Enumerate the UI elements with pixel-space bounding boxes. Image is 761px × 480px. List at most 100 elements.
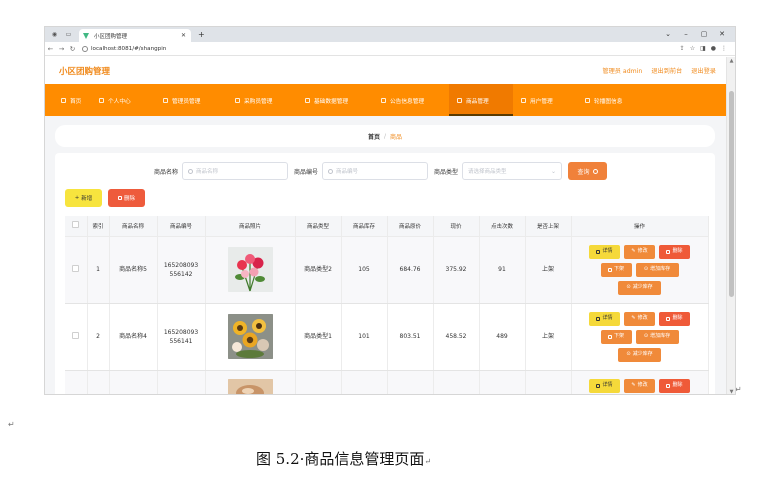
add-stock-button[interactable]: ⊙ 增加库存 [635,262,679,277]
forward-icon[interactable]: → [56,45,67,53]
column-header: 索引 [87,216,110,237]
breadcrumb-current: 商品 [390,133,403,141]
menu-item-buyers[interactable]: 采购员管理 [227,84,297,116]
document-icon [596,249,601,254]
remove-label: 删除 [672,315,683,321]
delete-button[interactable]: 删除 [659,378,690,393]
pin-icon: ⊙ [643,266,649,272]
tab-list-icon[interactable]: ⌄ [659,27,677,42]
row-checkbox[interactable] [72,264,80,272]
sidepanel-icon[interactable]: ◨ [700,45,706,52]
detail-label: 详情 [602,315,613,321]
menu-item-profile[interactable]: 个人中心 [91,84,155,116]
reload-icon[interactable]: ↻ [67,45,78,53]
clicks-cell: 489 [479,303,526,371]
window-close-icon[interactable]: ✕ [713,27,731,42]
product-photo-sunflowers[interactable] [227,314,273,359]
more-menu-icon[interactable]: ⋮ [721,45,727,52]
trash-icon [666,316,671,321]
name-cell: 商品名称5 [109,236,158,304]
product-photo-partial[interactable] [227,378,273,394]
name-input[interactable]: 商品名称 [182,162,289,180]
vue-favicon-icon [83,32,90,39]
new-tab-icon[interactable]: + [198,30,205,39]
row-checkbox[interactable] [72,331,80,339]
breadcrumb-home[interactable]: 首页 [368,132,380,141]
add-stock-button[interactable]: ⊙ 增加库存 [635,329,679,344]
menu-item-goods[interactable]: 商品管理 [449,84,513,116]
address-bar: ← → ↻ localhost:8081/#/shangpin ⇪ ☆ ◨ ● … [45,42,735,56]
menu-item-label: 管理员管理 [172,98,201,105]
ops-cell: 详情 ✎ 修改 删除 [571,370,709,394]
bookmark-star-icon[interactable]: ☆ [690,45,695,52]
menu-item-label: 采购员管理 [244,98,273,105]
share-icon[interactable]: ⇪ [680,45,685,52]
detail-button[interactable]: 详情 [589,378,620,393]
scroll-down-icon[interactable]: ▼ [727,389,735,394]
minimize-icon[interactable]: – [677,27,695,42]
tab-close-icon[interactable]: ✕ [181,32,186,39]
browser-menu-icon[interactable]: ◉ [50,30,59,39]
carousel-icon [585,97,590,103]
column-header: 商品原价 [387,216,434,237]
edit-button[interactable]: ✎ 修改 [624,378,655,393]
url-field[interactable]: localhost:8081/#/shangpin [82,45,166,52]
tab-search-icon[interactable]: ▭ [64,30,73,39]
sub-stock-label: 减少库存 [632,284,653,290]
row-select-cell [65,370,88,394]
shelf-cell [525,370,572,394]
scrollbar-thumb[interactable] [729,91,734,297]
name-label: 商品名称 [154,168,179,176]
edit-button[interactable]: ✎ 修改 [624,311,655,326]
back-icon[interactable]: ← [45,45,56,53]
logout-link[interactable]: 退出登录 [691,66,716,75]
unshelf-button[interactable]: 下架 [600,262,632,277]
query-label: 查询 [577,168,590,176]
back-to-front-link[interactable]: 退出到前台 [651,66,682,75]
browser-tab[interactable]: 小区团购管理 ✕ [79,29,191,42]
site-info-icon[interactable] [82,45,88,52]
scroll-up-icon[interactable]: ▲ [727,58,735,64]
menu-item-label: 基础数据管理 [314,98,349,105]
profile-icon[interactable]: ● [711,45,716,52]
remove-label: 删除 [672,248,683,254]
delete-button[interactable]: 删除 [659,311,690,326]
menu-item-admins[interactable]: 管理员管理 [155,84,227,116]
edit-button[interactable]: ✎ 修改 [624,244,655,259]
sub-stock-button[interactable]: ⊙ 减少库存 [618,347,661,362]
index-cell: 1 [87,236,110,304]
page-scrollbar[interactable]: ▲ ▼ [726,57,735,394]
detail-label: 详情 [602,248,613,254]
index-cell: 2 [87,303,110,371]
type-cell: 商品类型1 [295,303,342,371]
price-cell: 375.92 [433,236,480,304]
maximize-icon[interactable]: ▢ [695,27,713,42]
menu-item-home[interactable]: 首页 [53,84,91,116]
table-header-row: 索引 商品名称 商品编号 商品照片 商品类型 商品库存 商品原价 现价 点击次数… [65,216,709,237]
code-input[interactable]: 商品编号 [322,162,429,180]
orig-price-cell: 803.51 [387,303,434,371]
admin-label: 管理员 admin [602,68,643,75]
type-cell [295,370,342,394]
select-all-checkbox[interactable] [72,221,80,229]
product-photo-flowers[interactable] [227,247,273,292]
pencil-icon: ✎ [631,382,636,388]
menu-item-basedata[interactable]: 基础数据管理 [297,84,373,116]
add-button[interactable]: + 新增 [65,189,102,207]
delete-button[interactable]: 删除 [659,244,690,259]
menu-item-notices[interactable]: 公告信息管理 [373,84,449,116]
type-select[interactable]: 请选择商品类型 ⌄ [462,162,563,180]
table-row: 1 商品名称5 165208093 556142 商品类型2 105 684.7… [65,236,709,304]
detail-button[interactable]: 详情 [589,311,620,326]
detail-button[interactable]: 详情 [589,244,620,259]
ops-row: 详情 ✎ 修改 删除 [589,311,690,326]
unshelf-button[interactable]: 下架 [600,329,632,344]
menu-item-carousel[interactable]: 轮播图信息 [577,84,643,116]
select-all-header[interactable] [65,216,88,237]
menu-item-users[interactable]: 用户管理 [513,84,577,116]
batch-delete-button[interactable]: 删除 [108,189,145,207]
sub-stock-button[interactable]: ⊙ 减少库存 [618,280,661,295]
price-cell [433,370,480,394]
query-button[interactable]: 查询 [568,162,608,180]
table-row: 165208093 [65,370,709,394]
